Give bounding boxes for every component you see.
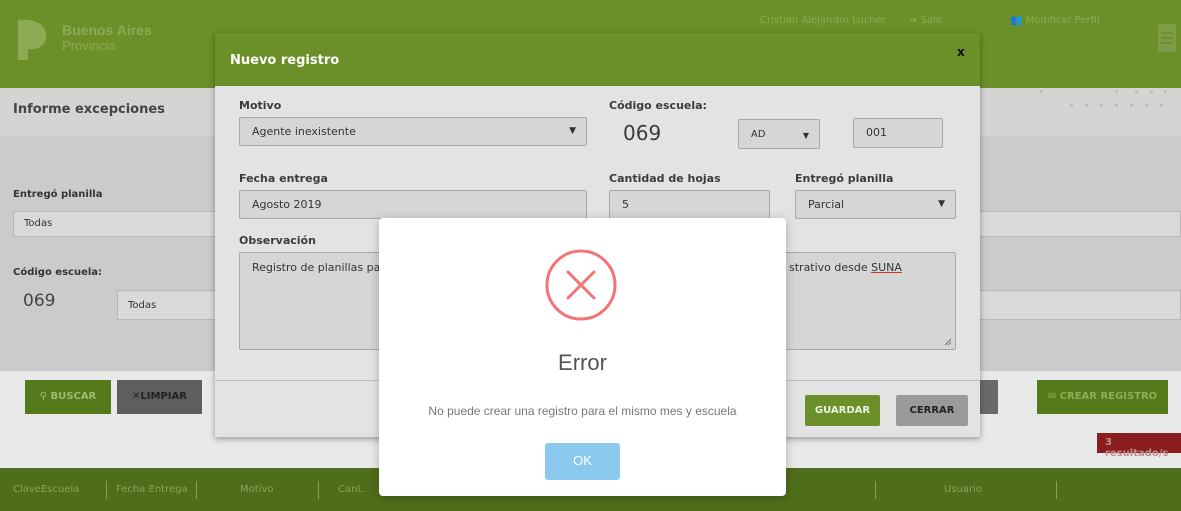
error-x-circle-icon	[545, 249, 617, 321]
column-divider	[106, 481, 107, 499]
results-count-badge: 3 resultado/s	[1097, 433, 1181, 459]
provincia-logo-icon	[18, 19, 46, 60]
create-record-button[interactable]: ✉ CREAR REGISTRO	[1037, 380, 1168, 414]
chevron-down-icon: ▼	[802, 131, 809, 140]
cantidad-hojas-input[interactable]: 5	[609, 190, 770, 219]
observacion-spellcheck-word: SUNA	[871, 261, 902, 274]
observacion-text-end-pre: strativo desde	[789, 261, 872, 274]
ok-button[interactable]: OK	[545, 443, 620, 480]
chevron-down-icon: ▼	[938, 199, 945, 209]
brand-logo[interactable]: Buenos Aires Provincia	[12, 16, 162, 66]
observacion-label: Observación	[239, 234, 316, 247]
column-divider	[196, 481, 197, 499]
codigo-type-value: AD	[751, 129, 766, 140]
motivo-value: Agente inexistente	[252, 125, 356, 138]
codigo-escuela-label: Código escuela:	[609, 99, 707, 112]
save-button[interactable]: GUARDAR	[805, 395, 880, 426]
hamburger-line	[1161, 42, 1173, 44]
edit-profile-link[interactable]: 👥 Modificar Perfil	[1010, 15, 1100, 26]
hidden-button[interactable]	[980, 380, 998, 414]
hamburger-line	[1161, 32, 1173, 34]
search-button[interactable]: ⚲ BUSCAR	[25, 380, 111, 414]
entrego-planilla-label: Entregó planilla	[795, 172, 894, 185]
entrego-filter-label: Entregó planilla	[13, 189, 103, 200]
column-header-cantidad[interactable]: Cant.	[338, 484, 365, 495]
alert-message: No puede crear una registro para el mism…	[428, 404, 737, 418]
alert-title: Error	[558, 350, 607, 375]
codigo-filter-number: 069	[23, 291, 56, 311]
column-header-motivo[interactable]: Motivo	[240, 484, 273, 495]
hamburger-line	[1161, 37, 1173, 39]
logout-icon: ➜	[909, 15, 921, 26]
clear-button-label: LIMPIAR	[140, 391, 187, 402]
chevron-down-icon: ▼	[569, 126, 576, 136]
menu-hamburger-button[interactable]	[1158, 24, 1176, 52]
page-title: Informe excepciones	[13, 102, 165, 117]
logout-label: Salir	[920, 15, 943, 26]
motivo-label: Motivo	[239, 99, 282, 112]
logout-link[interactable]: ➜ Salir	[909, 15, 943, 26]
resize-handle-icon[interactable]	[944, 338, 952, 346]
fecha-entrega-label: Fecha entrega	[239, 172, 328, 185]
column-divider	[1056, 481, 1057, 499]
column-header-usuario[interactable]: Usuario	[944, 484, 982, 495]
brand-name: Buenos Aires	[62, 22, 152, 38]
create-record-label: CREAR REGISTRO	[1059, 391, 1158, 402]
search-button-label: BUSCAR	[50, 391, 97, 402]
modal-close-button[interactable]: x	[957, 45, 965, 59]
error-alert-dialog: Error No puede crear una registro para e…	[379, 218, 786, 496]
close-button[interactable]: CERRAR	[896, 395, 968, 426]
user-name: Cristian Alejandro Lucher	[760, 15, 886, 26]
users-icon: 👥	[1010, 15, 1026, 26]
observacion-text-end: strativo desde SUNA	[789, 261, 902, 274]
clear-button[interactable]: ✕LIMPIAR	[117, 380, 202, 414]
column-header-fecha[interactable]: Fecha Entrega	[116, 484, 188, 495]
column-divider	[875, 481, 876, 499]
codigo-filter-label: Código escuela:	[13, 267, 103, 278]
envelope-icon: ✉	[1047, 391, 1060, 402]
entrego-planilla-value: Parcial	[808, 198, 845, 211]
codigo-suffix-input[interactable]: 001	[853, 118, 943, 148]
motivo-select[interactable]: Agente inexistente ▼	[239, 117, 587, 146]
fecha-entrega-input[interactable]: Agosto 2019	[239, 190, 587, 219]
codigo-type-select[interactable]: AD ▼	[738, 119, 820, 149]
cantidad-hojas-label: Cantidad de hojas	[609, 172, 721, 185]
search-icon: ⚲	[39, 391, 51, 402]
entrego-planilla-select[interactable]: Parcial ▼	[795, 190, 956, 219]
modal-header: Nuevo registro x	[215, 33, 980, 86]
modal-title: Nuevo registro	[230, 53, 340, 68]
column-header-clave[interactable]: ClaveEscuela	[13, 484, 79, 495]
edit-profile-label: Modificar Perfil	[1025, 15, 1100, 26]
observacion-text-start: Registro de planillas pap	[252, 261, 388, 274]
brand-subtitle: Provincia	[62, 38, 116, 53]
codigo-escuela-number: 069	[623, 121, 662, 145]
decorative-dots	[1040, 90, 1170, 120]
column-divider	[318, 481, 319, 499]
